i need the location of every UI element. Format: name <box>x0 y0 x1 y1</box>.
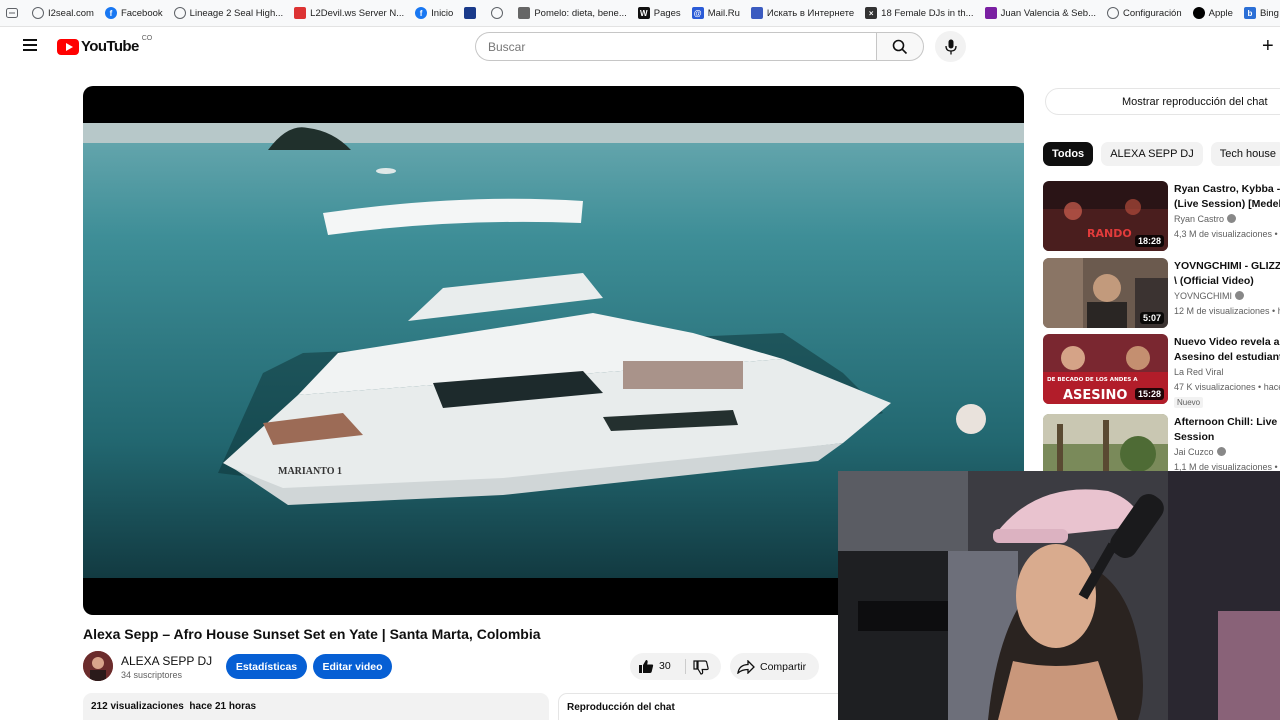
description-box[interactable]: 212 visualizaciones hace 21 horas <box>83 693 549 720</box>
bookmark-item[interactable]: f Facebook <box>104 7 163 19</box>
bookmark-item[interactable] <box>491 7 507 19</box>
edit-video-button[interactable]: Editar video <box>313 654 392 679</box>
recommendation-views: 47 K visualizaciones • hace <box>1174 382 1280 392</box>
bookmark-item[interactable]: Juan Valencia & Seb... <box>984 7 1096 19</box>
share-button[interactable]: Compartir <box>730 653 819 680</box>
recommendation-item[interactable]: DE BECADO DE LOS ANDES A ASESINO 15:28 Nu… <box>1043 334 1280 408</box>
bookmark-item[interactable]: @ Mail.Ru <box>691 7 740 19</box>
youtube-wordmark: YouTube <box>81 38 139 55</box>
upload-time: hace 21 horas <box>189 701 257 712</box>
youtube-logo[interactable]: YouTube CO <box>57 35 153 55</box>
video-thumbnail[interactable]: DE BECADO DE LOS ANDES A ASESINO 15:28 <box>1043 334 1168 404</box>
pomelo-icon <box>518 7 531 19</box>
svg-text:RANDO: RANDO <box>1087 227 1132 240</box>
voice-search-button[interactable] <box>935 31 966 62</box>
subscriber-count: 34 suscriptores <box>121 670 183 680</box>
filter-chips: Todos ALEXA SEPP DJ Tech house <box>1043 142 1280 166</box>
search-input[interactable]: Buscar <box>475 32 877 61</box>
duration-badge: 5:07 <box>1139 312 1164 324</box>
bookmark-item[interactable]: Configuración <box>1107 7 1182 19</box>
like-dislike-group: 30 <box>630 653 721 680</box>
globe-icon <box>491 7 504 19</box>
chip-alexa-sepp-dj[interactable]: ALEXA SEPP DJ <box>1101 142 1203 166</box>
recommendation-channel[interactable]: Jai Cuzco <box>1174 447 1226 457</box>
bookmark-item[interactable]: Искать в Интернете <box>750 7 854 19</box>
video-thumbnail[interactable]: 5:07 <box>1043 258 1168 328</box>
recommendation-views: 12 M de visualizaciones • h <box>1174 306 1280 316</box>
new-badge: Nuevo <box>1174 397 1204 408</box>
like-icon[interactable] <box>638 659 654 674</box>
share-icon <box>737 659 755 674</box>
music-icon <box>984 7 997 19</box>
mailru-icon: @ <box>691 7 704 19</box>
dislike-icon[interactable] <box>693 660 709 675</box>
channel-name[interactable]: ALEXA SEPP DJ <box>121 654 212 668</box>
video-thumbnail[interactable]: RANDO 18:28 <box>1043 181 1168 251</box>
facebook-icon: f <box>104 7 117 19</box>
bookmark-item[interactable]: f Inicio <box>415 7 453 19</box>
bing-icon: b <box>1243 7 1256 19</box>
recommendation-views: 4,3 M de visualizaciones • <box>1174 229 1278 239</box>
microphone-icon <box>944 39 957 54</box>
link-icon <box>464 7 477 19</box>
create-plus-icon[interactable]: + <box>1262 36 1274 56</box>
bookmark-item[interactable]: Apple <box>1192 7 1233 19</box>
search-icon <box>892 39 908 54</box>
recommendation-channel[interactable]: Ryan Castro <box>1174 214 1237 224</box>
verified-icon <box>1216 447 1226 456</box>
recommendation-title[interactable]: YOVNGCHIMI - GLIZZY \ (Official Video) <box>1174 259 1280 289</box>
facebook-icon: f <box>415 7 428 19</box>
recommendation-title[interactable]: Ryan Castro, Kybba - S (Live Session) [Me… <box>1174 182 1280 212</box>
country-code: CO <box>141 35 153 42</box>
globe-icon <box>32 7 44 19</box>
hamburger-menu-icon[interactable] <box>20 36 40 56</box>
l2devil-icon <box>294 7 307 19</box>
svg-text:ASESINO: ASESINO <box>1063 388 1127 403</box>
duration-badge: 18:28 <box>1134 235 1164 247</box>
bookmark-item[interactable]: Lineage 2 Seal High... <box>173 7 283 19</box>
recommendation-item[interactable]: 5:07 YOVNGCHIMI - GLIZZY \ (Official Vide… <box>1043 258 1280 328</box>
channel-avatar[interactable] <box>83 651 113 681</box>
recommendation-channel[interactable]: La Red Viral <box>1174 367 1223 377</box>
stats-button[interactable]: Estadísticas <box>226 654 307 679</box>
like-count: 30 <box>659 660 671 672</box>
verified-icon <box>1227 214 1237 223</box>
x-icon: × <box>865 7 878 19</box>
recommendation-channel[interactable]: YOVNGCHIMI <box>1174 291 1245 301</box>
bookmark-item[interactable]: × 18 Female DJs in th... <box>865 7 974 19</box>
search-placeholder: Buscar <box>488 39 526 54</box>
bookmarks-menu-icon[interactable] <box>6 8 18 18</box>
view-count: 212 visualizaciones <box>91 701 184 712</box>
bookmarks-bar: I2seal.com f Facebook Lineage 2 Seal High… <box>0 0 1280 27</box>
bookmark-item[interactable]: b Bing <box>1243 7 1279 19</box>
chip-all[interactable]: Todos <box>1043 142 1094 166</box>
bookmark-item[interactable] <box>464 7 480 19</box>
webcam-overlay <box>838 471 1280 720</box>
chat-replay-panel[interactable]: Reproducción del chat <box>558 693 858 720</box>
streamer-camera-feed <box>838 471 1280 720</box>
show-chat-replay-button[interactable]: Mostrar reproducción del chat <box>1045 88 1280 115</box>
boat-name-text: MARIANTO 1 <box>278 466 342 477</box>
svg-text:DE BECADO DE LOS ANDES A: DE BECADO DE LOS ANDES A <box>1047 377 1138 383</box>
youtube-play-icon <box>57 38 79 55</box>
like-divider <box>685 659 686 674</box>
bookmark-item[interactable]: L2Devil.ws Server N... <box>294 7 404 19</box>
bookmark-item[interactable]: I2seal.com <box>32 7 94 19</box>
apple-icon <box>1192 7 1205 19</box>
chip-tech-house[interactable]: Tech house <box>1210 142 1280 166</box>
page-root: I2seal.com f Facebook Lineage 2 Seal High… <box>0 0 1280 720</box>
verified-icon <box>1235 291 1245 300</box>
bookmark-item[interactable]: Pomelo: dieta, bene... <box>518 7 627 19</box>
search-web-icon <box>750 7 763 19</box>
duration-badge: 15:28 <box>1134 388 1164 400</box>
recommendation-title[interactable]: Nuevo Video revela al s Asesino del estud… <box>1174 335 1280 365</box>
recommendation-title[interactable]: Afternoon Chill: Live El Session <box>1174 415 1280 445</box>
recommendation-item[interactable]: RANDO 18:28 Ryan Castro, Kybba - S (Live … <box>1043 181 1280 251</box>
globe-icon <box>173 7 186 19</box>
bookmark-item[interactable]: W Pages <box>637 7 681 19</box>
w-icon: W <box>637 7 650 19</box>
search-button[interactable] <box>876 32 924 61</box>
globe-icon <box>1107 7 1119 19</box>
video-title: Alexa Sepp – Afro House Sunset Set en Ya… <box>83 626 541 642</box>
